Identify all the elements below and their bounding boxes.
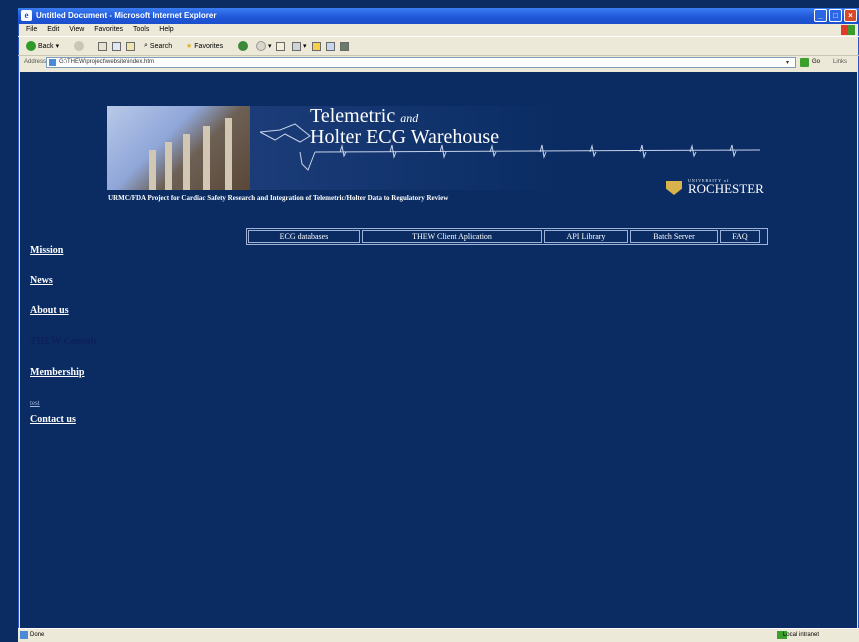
toolbar: Back ▾ ⌕ Search ★ Favorites ▾ ▾ xyxy=(18,36,859,56)
stop-button[interactable] xyxy=(98,40,107,52)
header-title-line2: Holter ECG Warehouse xyxy=(310,126,500,148)
page-content: Telemetric and Holter ECG Warehouse URMC… xyxy=(20,72,857,629)
edit-icon xyxy=(312,41,321,51)
back-button[interactable]: Back ▾ xyxy=(26,40,59,52)
menu-bar: File Edit View Favorites Tools Help xyxy=(18,24,859,36)
nav-mission[interactable]: Mission xyxy=(30,245,63,256)
address-input[interactable]: G:\THEW\project\website\index.htm xyxy=(46,57,796,68)
favorites-label: Favorites xyxy=(194,42,224,50)
star-icon: ★ xyxy=(186,43,193,50)
chevron-down-icon: ▾ xyxy=(268,43,272,50)
nav-thew-consult[interactable]: THEW Consult xyxy=(30,336,97,347)
menu-help[interactable]: Help xyxy=(159,24,173,36)
discuss-button[interactable] xyxy=(326,40,335,52)
tab-thew-client-application[interactable]: THEW Client Aplication xyxy=(362,230,542,243)
nav-about-us[interactable]: About us xyxy=(30,305,69,316)
nav-membership[interactable]: Membership xyxy=(30,367,84,378)
menu-edit[interactable]: Edit xyxy=(47,24,59,36)
address-label: Address xyxy=(24,59,47,65)
photo-column xyxy=(183,134,190,190)
mail-icon xyxy=(276,41,285,51)
discuss-icon xyxy=(326,41,335,51)
maximize-button[interactable]: □ xyxy=(829,9,842,22)
refresh-button[interactable] xyxy=(112,40,121,52)
stop-icon xyxy=(98,41,107,51)
window-title: Untitled Document - Microsoft Internet E… xyxy=(36,11,217,20)
page-icon xyxy=(49,59,56,66)
messenger-button[interactable] xyxy=(340,40,349,52)
media-button[interactable] xyxy=(238,40,248,52)
nav-contact-us[interactable]: Contact us xyxy=(30,414,76,425)
chevron-down-icon: ▾ xyxy=(303,43,307,50)
search-label: Search xyxy=(149,42,173,50)
print-icon xyxy=(292,41,301,51)
address-url: G:\THEW\project\website\index.htm xyxy=(59,59,155,65)
home-icon xyxy=(126,41,135,51)
status-text: Done xyxy=(30,632,45,638)
chevron-down-icon: ▾ xyxy=(55,43,60,50)
history-button[interactable]: ▾ xyxy=(256,40,272,52)
messenger-icon xyxy=(340,41,349,51)
status-bar: Done Local intranet xyxy=(18,628,859,642)
photo-column xyxy=(149,150,156,190)
ie-icon: e xyxy=(21,10,32,21)
minimize-button[interactable]: _ xyxy=(814,9,827,22)
logo-rochester-text: ROCHESTER xyxy=(688,181,764,196)
browser-window: e Untitled Document - Microsoft Internet… xyxy=(18,8,859,642)
photo-column xyxy=(165,142,172,190)
back-arrow-icon xyxy=(26,41,36,51)
menu-tools[interactable]: Tools xyxy=(133,24,149,36)
search-icon: ⌕ xyxy=(144,42,148,49)
title-and: and xyxy=(400,111,419,125)
mail-button[interactable] xyxy=(276,40,285,52)
go-arrow-icon[interactable] xyxy=(800,58,809,67)
tab-batch-server[interactable]: Batch Server xyxy=(630,230,718,243)
edit-button[interactable] xyxy=(312,40,321,52)
address-bar: Address G:\THEW\project\website\index.ht… xyxy=(18,55,859,71)
building-photo xyxy=(107,106,250,190)
media-icon xyxy=(238,41,248,51)
nav-test[interactable]: test xyxy=(30,399,40,407)
security-zone: Local intranet xyxy=(782,632,819,638)
forward-arrow-icon xyxy=(74,41,84,51)
close-button[interactable]: × xyxy=(844,9,857,22)
header-title-line1: Telemetric and xyxy=(310,105,418,128)
refresh-icon xyxy=(112,41,121,51)
page-done-icon xyxy=(20,631,28,639)
header-subtitle: URMC/FDA Project for Cardiac Safety Rese… xyxy=(108,194,449,202)
back-label: Back xyxy=(38,42,54,50)
title-telemetric: Telemetric xyxy=(310,105,396,127)
windows-logo-icon xyxy=(841,25,855,35)
top-navigation: ECG databases THEW Client Aplication API… xyxy=(246,228,768,245)
seal-icon xyxy=(666,181,682,195)
menu-view[interactable]: View xyxy=(69,24,84,36)
menu-favorites[interactable]: Favorites xyxy=(94,24,123,36)
tab-ecg-databases[interactable]: ECG databases xyxy=(248,230,360,243)
history-icon xyxy=(256,41,266,51)
nav-news[interactable]: News xyxy=(30,275,53,286)
tab-faq[interactable]: FAQ xyxy=(720,230,760,243)
photo-column xyxy=(225,118,232,190)
photo-column xyxy=(203,126,210,190)
search-button[interactable]: ⌕ Search xyxy=(144,40,172,52)
forward-button[interactable] xyxy=(74,40,84,52)
print-button[interactable]: ▾ xyxy=(292,40,307,52)
go-button[interactable]: Go xyxy=(812,59,820,65)
calipers-graphic xyxy=(260,123,311,143)
title-bar[interactable]: e Untitled Document - Microsoft Internet… xyxy=(18,8,859,24)
favorites-button[interactable]: ★ Favorites xyxy=(186,40,223,52)
calipers-graphic xyxy=(299,151,316,171)
links-button[interactable]: Links xyxy=(833,59,847,65)
menu-file[interactable]: File xyxy=(26,24,37,36)
address-dropdown-icon[interactable]: ▾ xyxy=(786,59,789,66)
home-button[interactable] xyxy=(126,40,135,52)
tab-api-library[interactable]: API Library xyxy=(544,230,628,243)
